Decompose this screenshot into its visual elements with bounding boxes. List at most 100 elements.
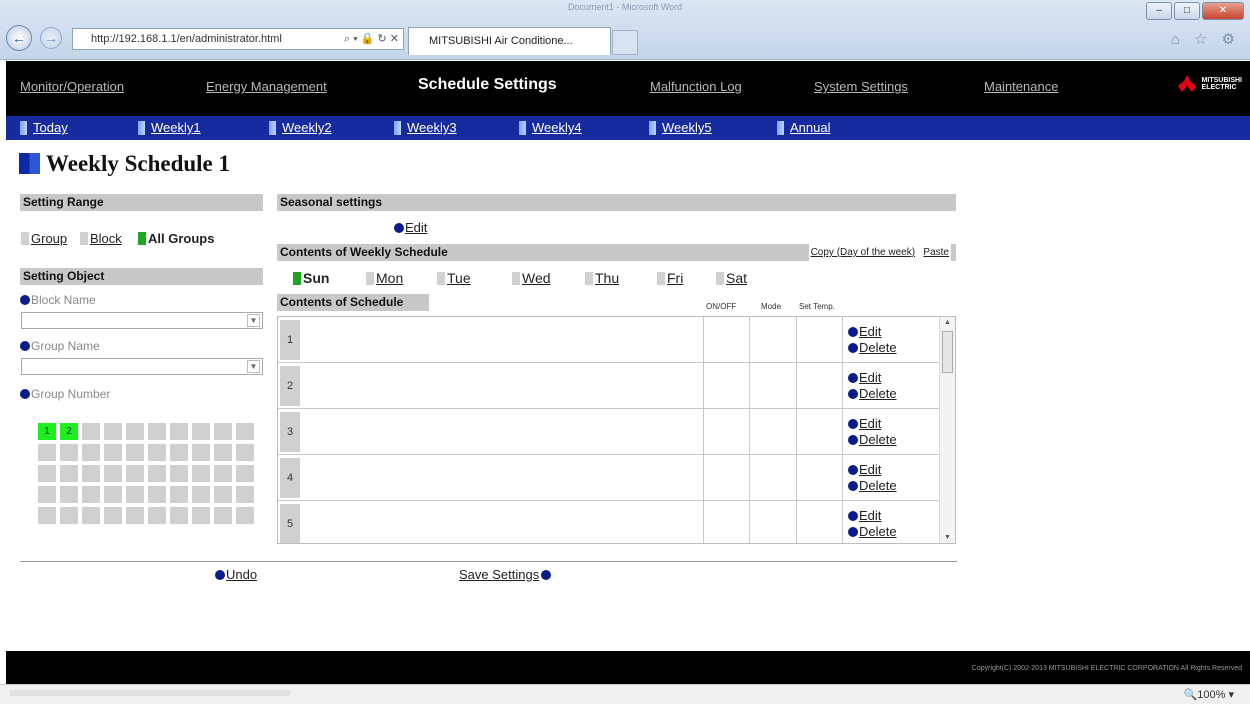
group-cell[interactable] (38, 444, 56, 461)
group-cell[interactable] (170, 507, 188, 524)
group-cell-active[interactable]: 1 (38, 423, 56, 440)
seasonal-edit-link[interactable]: Edit (394, 220, 427, 235)
group-cell[interactable] (236, 423, 254, 440)
close-button[interactable]: ✕ (1202, 2, 1244, 20)
range-all-groups[interactable]: All Groups (138, 231, 214, 246)
group-cell[interactable] (192, 444, 210, 461)
paste-link[interactable]: Paste (923, 247, 949, 258)
edit-link[interactable]: Edit (848, 416, 897, 432)
scroll-down-icon[interactable]: ▼ (944, 534, 951, 541)
scroll-thumb[interactable] (942, 331, 953, 373)
group-cell[interactable] (126, 465, 144, 482)
group-cell[interactable] (214, 465, 232, 482)
group-cell[interactable] (236, 486, 254, 503)
range-group[interactable]: Group (21, 231, 67, 246)
nav-schedule-settings[interactable]: Schedule Settings (418, 76, 557, 94)
group-cell[interactable] (170, 444, 188, 461)
undo-button[interactable]: Undo (215, 567, 257, 582)
scroll-up-icon[interactable]: ▲ (944, 319, 951, 326)
group-cell[interactable] (82, 444, 100, 461)
group-cell[interactable] (214, 423, 232, 440)
group-cell[interactable] (82, 423, 100, 440)
group-cell[interactable] (60, 507, 78, 524)
group-cell[interactable] (192, 423, 210, 440)
nav-malfunction-log[interactable]: Malfunction Log (650, 79, 742, 94)
tab-mitsubishi[interactable]: MITSUBISHI Air Conditione... (408, 27, 611, 55)
minimize-button[interactable]: – (1146, 2, 1172, 20)
group-cell[interactable] (104, 444, 122, 461)
schedule-scrollbar[interactable]: ▲ ▼ (939, 317, 955, 543)
group-cell[interactable] (126, 444, 144, 461)
delete-link[interactable]: Delete (848, 432, 897, 448)
forward-button[interactable]: → (40, 27, 62, 49)
day-tab-mon[interactable]: Mon (366, 270, 403, 286)
subnav-weekly5[interactable]: Weekly5 (649, 120, 712, 135)
block-name-select[interactable]: ▼ (21, 312, 263, 329)
day-tab-wed[interactable]: Wed (512, 270, 551, 286)
subnav-weekly1[interactable]: Weekly1 (138, 120, 201, 135)
group-cell[interactable] (126, 486, 144, 503)
group-cell[interactable] (104, 507, 122, 524)
group-cell[interactable] (236, 507, 254, 524)
group-cell[interactable] (38, 486, 56, 503)
copy-day-link[interactable]: Copy (Day of the week) (811, 247, 916, 258)
day-tab-sat[interactable]: Sat (716, 270, 747, 286)
group-cell[interactable] (126, 507, 144, 524)
subnav-weekly4[interactable]: Weekly4 (519, 120, 582, 135)
subnav-today[interactable]: Today (20, 120, 68, 135)
group-cell[interactable] (60, 486, 78, 503)
group-cell[interactable] (214, 444, 232, 461)
edit-link[interactable]: Edit (848, 508, 897, 524)
group-cell[interactable] (82, 507, 100, 524)
group-cell[interactable] (170, 423, 188, 440)
group-cell[interactable] (148, 423, 166, 440)
edit-link[interactable]: Edit (848, 324, 897, 340)
group-cell[interactable] (104, 423, 122, 440)
group-cell[interactable] (214, 507, 232, 524)
group-cell[interactable] (170, 486, 188, 503)
edit-link[interactable]: Edit (848, 462, 897, 478)
edit-link[interactable]: Edit (848, 370, 897, 386)
nav-energy-management[interactable]: Energy Management (206, 79, 327, 94)
group-cell[interactable] (82, 486, 100, 503)
browser-tool-icons[interactable]: ⌂ ☆ ⚙ (1171, 30, 1240, 48)
subnav-annual[interactable]: Annual (777, 120, 830, 135)
group-cell[interactable] (104, 465, 122, 482)
new-tab-button[interactable] (612, 30, 638, 55)
group-cell[interactable] (148, 444, 166, 461)
group-cell[interactable] (38, 507, 56, 524)
day-tab-fri[interactable]: Fri (657, 270, 683, 286)
group-cell[interactable] (170, 465, 188, 482)
back-button[interactable]: ← (6, 25, 32, 51)
subnav-weekly2[interactable]: Weekly2 (269, 120, 332, 135)
group-cell[interactable] (148, 465, 166, 482)
group-cell[interactable] (126, 423, 144, 440)
group-cell[interactable] (192, 465, 210, 482)
group-cell[interactable] (236, 465, 254, 482)
group-cell[interactable] (82, 465, 100, 482)
zoom-level[interactable]: 🔍100% ▾ (1184, 688, 1234, 701)
group-cell[interactable] (104, 486, 122, 503)
day-tab-sun[interactable]: Sun (293, 270, 329, 286)
group-cell[interactable] (60, 465, 78, 482)
subnav-weekly3[interactable]: Weekly3 (394, 120, 457, 135)
delete-link[interactable]: Delete (848, 478, 897, 494)
nav-monitor-operation[interactable]: Monitor/Operation (20, 79, 124, 94)
delete-link[interactable]: Delete (848, 386, 897, 402)
range-block[interactable]: Block (80, 231, 122, 246)
group-cell[interactable] (236, 444, 254, 461)
group-cell-active[interactable]: 2 (60, 423, 78, 440)
group-cell[interactable] (148, 486, 166, 503)
search-controls-icon[interactable]: ⌕ ▾ 🔒 ↻ ✕ (344, 29, 399, 49)
group-cell[interactable] (60, 444, 78, 461)
group-cell[interactable] (214, 486, 232, 503)
delete-link[interactable]: Delete (848, 340, 897, 356)
save-settings-button[interactable]: Save Settings (459, 567, 552, 582)
address-bar[interactable]: http://192.168.1.1/en/administrator.html… (72, 28, 404, 50)
day-tab-thu[interactable]: Thu (585, 270, 619, 286)
nav-maintenance[interactable]: Maintenance (984, 79, 1058, 94)
group-cell[interactable] (192, 486, 210, 503)
day-tab-tue[interactable]: Tue (437, 270, 471, 286)
group-name-select[interactable]: ▼ (21, 358, 263, 375)
delete-link[interactable]: Delete (848, 524, 897, 540)
